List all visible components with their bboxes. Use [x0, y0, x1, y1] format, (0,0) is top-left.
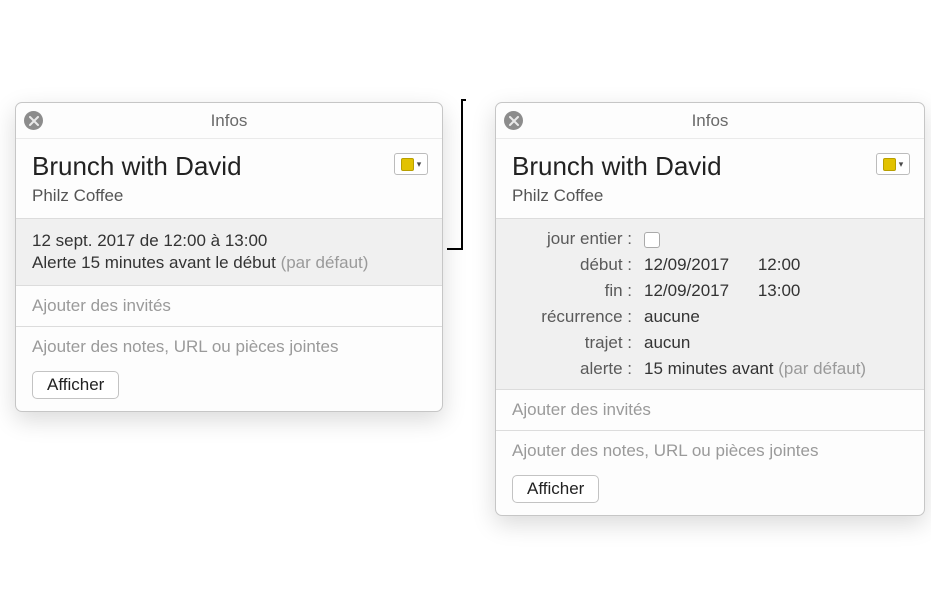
- end-date-field[interactable]: 12/09/2017: [644, 281, 729, 300]
- calendar-color-picker[interactable]: ▾: [394, 153, 428, 175]
- alert-summary-text: Alerte 15 minutes avant le début: [32, 253, 276, 272]
- event-header: Brunch with David Philz Coffee ▾: [16, 139, 442, 218]
- end-time-field[interactable]: 13:00: [758, 281, 801, 301]
- repeat-field[interactable]: aucune: [644, 307, 700, 326]
- invitees-section[interactable]: Ajouter des invités: [496, 389, 924, 430]
- close-icon: [509, 116, 519, 126]
- alert-default: (par défaut): [778, 359, 866, 378]
- event-title[interactable]: Brunch with David: [512, 151, 908, 182]
- calendar-swatch-icon: [401, 158, 414, 171]
- travel-field[interactable]: aucun: [644, 333, 690, 352]
- close-button[interactable]: [24, 111, 43, 130]
- travel-label: trajet :: [512, 333, 632, 353]
- chevron-down-icon: ▾: [899, 159, 904, 170]
- calendar-swatch-icon: [883, 158, 896, 171]
- close-icon: [29, 116, 39, 126]
- all-day-label: jour entier :: [512, 229, 632, 249]
- all-day-checkbox[interactable]: [644, 232, 660, 248]
- event-info-popover-expanded: Infos Brunch with David Philz Coffee ▾ j…: [495, 102, 925, 516]
- add-invitees-field[interactable]: Ajouter des invités: [32, 296, 171, 315]
- calendar-color-picker[interactable]: ▾: [876, 153, 910, 175]
- repeat-label: récurrence :: [512, 307, 632, 327]
- alert-summary-default: (par défaut): [281, 253, 369, 272]
- footer: Afficher: [16, 367, 442, 411]
- add-notes-field[interactable]: Ajouter des notes, URL ou pièces jointes: [32, 337, 339, 356]
- date-time-summary: 12 sept. 2017 de 12:00 à 13:00: [32, 231, 426, 251]
- event-title[interactable]: Brunch with David: [32, 151, 426, 182]
- datetime-summary-section[interactable]: 12 sept. 2017 de 12:00 à 13:00 Alerte 15…: [16, 218, 442, 285]
- start-label: début :: [512, 255, 632, 275]
- end-label: fin :: [512, 281, 632, 301]
- datetime-details-section: jour entier : début : 12/09/2017 12:00 f…: [496, 218, 924, 389]
- footer: Afficher: [496, 471, 924, 515]
- close-button[interactable]: [504, 111, 523, 130]
- alert-summary: Alerte 15 minutes avant le début (par dé…: [32, 253, 426, 273]
- window-title: Infos: [692, 111, 729, 131]
- notes-section[interactable]: Ajouter des notes, URL ou pièces jointes: [496, 430, 924, 471]
- alert-label: alerte :: [512, 359, 632, 379]
- show-button[interactable]: Afficher: [32, 371, 119, 399]
- event-header: Brunch with David Philz Coffee ▾: [496, 139, 924, 218]
- invitees-section[interactable]: Ajouter des invités: [16, 285, 442, 326]
- add-invitees-field[interactable]: Ajouter des invités: [512, 400, 651, 419]
- event-info-popover-collapsed: Infos Brunch with David Philz Coffee ▾ 1…: [15, 102, 443, 412]
- start-time-field[interactable]: 12:00: [758, 255, 801, 275]
- event-location[interactable]: Philz Coffee: [512, 186, 908, 206]
- chevron-down-icon: ▾: [417, 159, 422, 170]
- show-button[interactable]: Afficher: [512, 475, 599, 503]
- titlebar: Infos: [16, 103, 442, 139]
- alert-field[interactable]: 15 minutes avant: [644, 359, 773, 378]
- notes-section[interactable]: Ajouter des notes, URL ou pièces jointes: [16, 326, 442, 367]
- titlebar: Infos: [496, 103, 924, 139]
- add-notes-field[interactable]: Ajouter des notes, URL ou pièces jointes: [512, 441, 819, 460]
- window-title: Infos: [211, 111, 248, 131]
- start-date-field[interactable]: 12/09/2017: [644, 255, 729, 274]
- event-location[interactable]: Philz Coffee: [32, 186, 426, 206]
